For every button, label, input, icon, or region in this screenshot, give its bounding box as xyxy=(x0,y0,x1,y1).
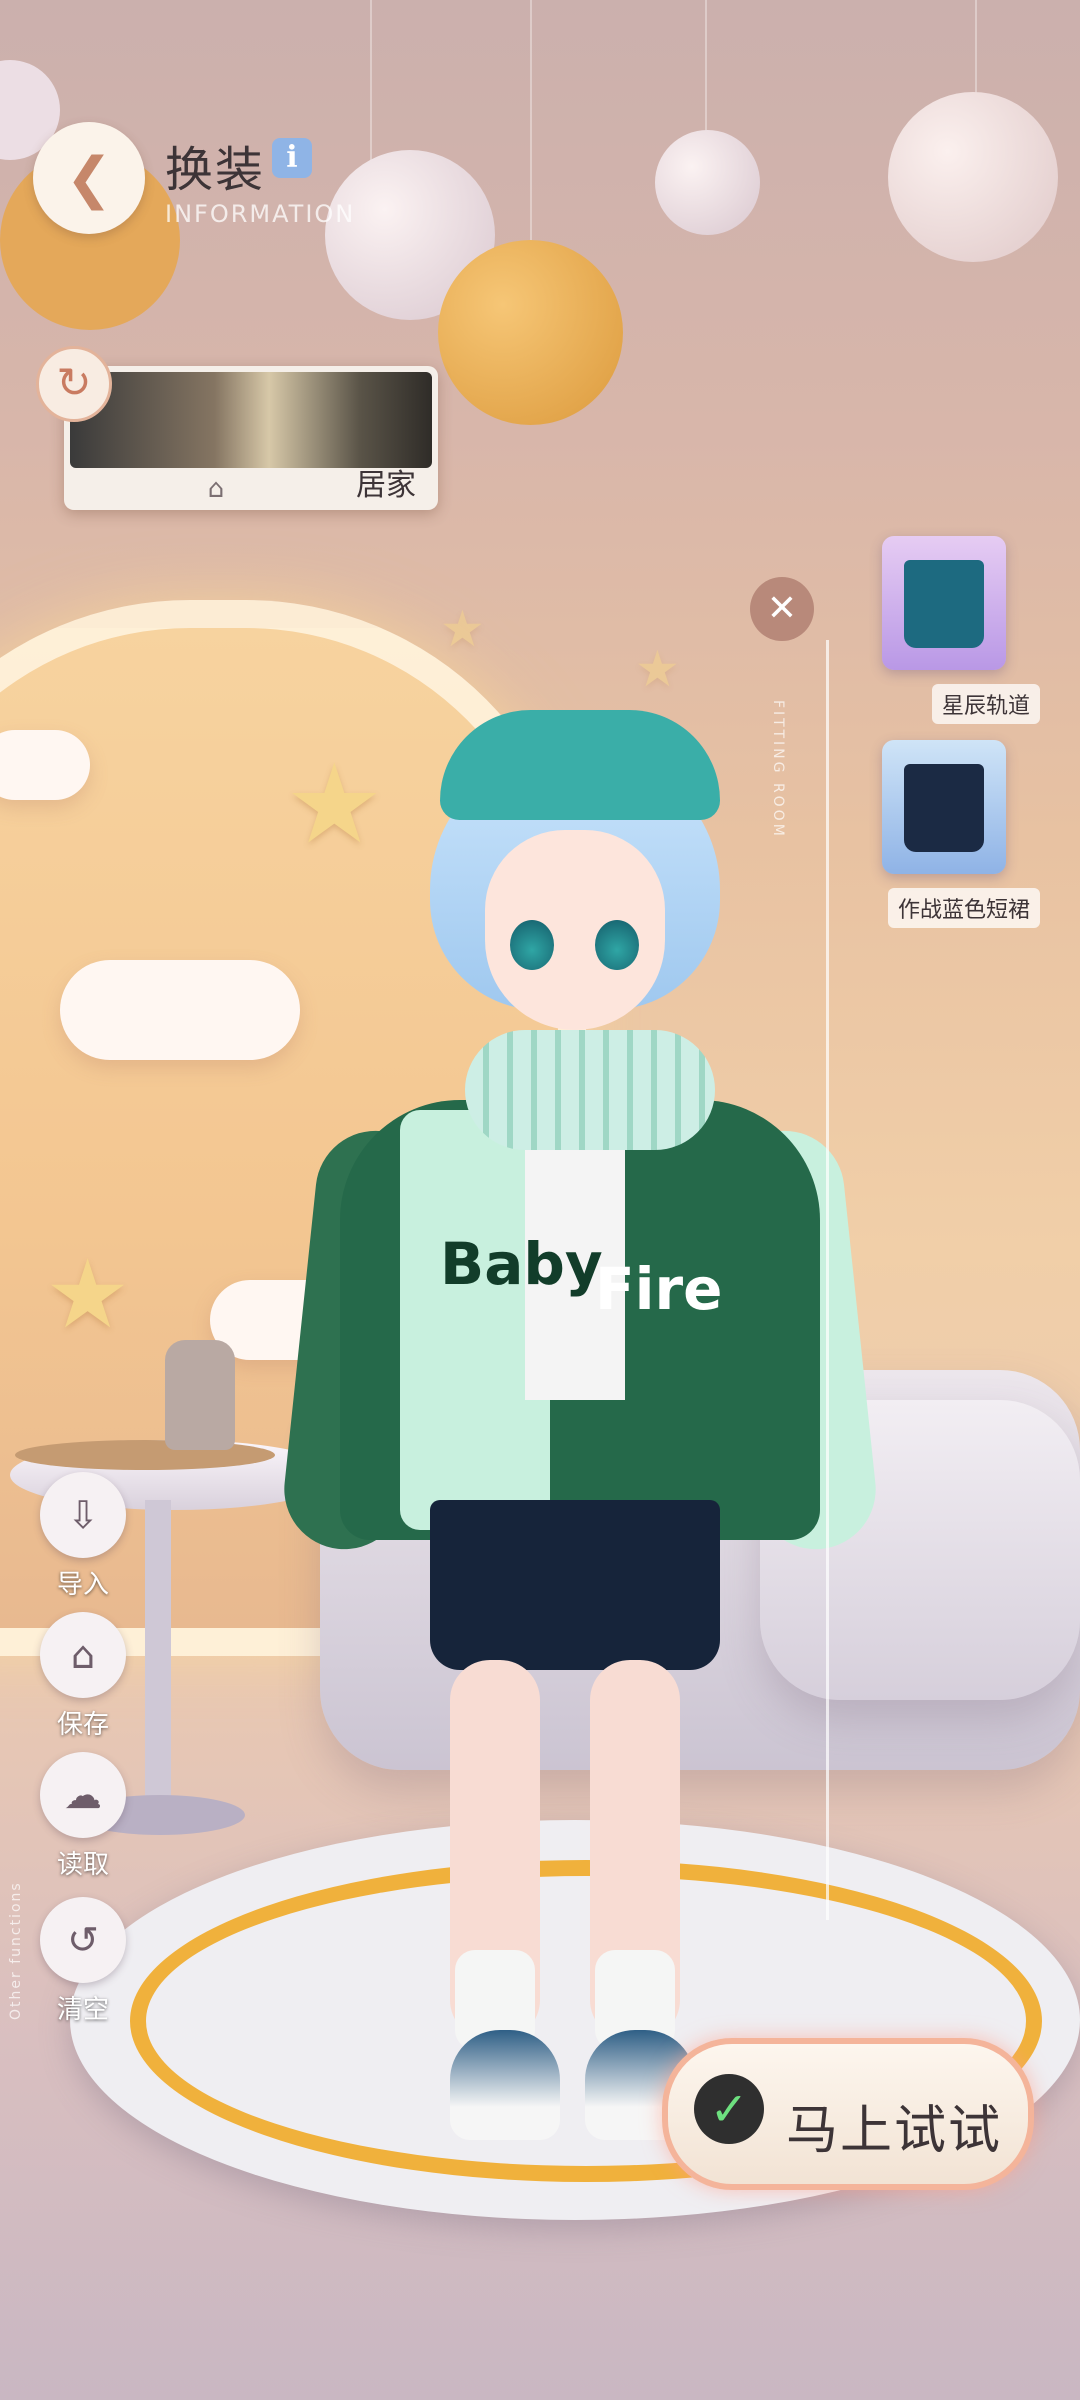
avatar-character[interactable]: Baby Fire xyxy=(278,710,882,2210)
teapot xyxy=(165,1340,235,1450)
outfit-item-card[interactable] xyxy=(882,536,1006,670)
decor-ball xyxy=(438,240,623,425)
character-scarf xyxy=(465,1030,715,1150)
try-now-button[interactable]: ✓ 马上试试 xyxy=(662,2038,1034,2190)
skirt-thumbnail xyxy=(904,764,984,852)
jacket-text-right: Fire xyxy=(595,1255,723,1323)
scene-label: 居家 xyxy=(356,468,416,503)
scene-thumbnail xyxy=(70,372,432,468)
save-label: 保存 xyxy=(56,1710,109,1740)
decor-cloud xyxy=(0,730,90,800)
character-skirt xyxy=(430,1500,720,1670)
decor-ball xyxy=(888,92,1058,262)
back-button[interactable]: ❮ xyxy=(33,122,145,234)
page-subtitle: INFORMATION xyxy=(165,200,356,228)
load-label: 读取 xyxy=(56,1850,109,1880)
fitting-room-divider xyxy=(826,640,829,1920)
character-beanie xyxy=(440,710,720,820)
jacket-text-left: Baby xyxy=(440,1230,603,1298)
side-table-stem xyxy=(145,1500,171,1810)
character-shoe xyxy=(450,2030,560,2140)
try-now-label: 马上试试 xyxy=(786,2101,1003,2161)
skirt-thumbnail xyxy=(904,560,984,648)
outfit-item-card[interactable] xyxy=(882,740,1006,874)
outfit-item-label: 星辰轨道 xyxy=(931,684,1040,724)
decor-ball xyxy=(655,130,760,235)
save-icon: ⌂ xyxy=(70,1633,96,1677)
refresh-icon: ↻ xyxy=(56,358,92,407)
other-functions-label: Other functions xyxy=(8,1881,24,2020)
fitting-room-toggle[interactable]: ✕ xyxy=(750,577,814,641)
scene-selector[interactable]: ⌂ 居家 xyxy=(64,366,438,510)
clear-label: 清空 xyxy=(56,1995,109,2025)
fitting-room-label: FITTING ROOM xyxy=(770,700,786,839)
import-label: 导入 xyxy=(56,1570,109,1600)
page-title: 换装 xyxy=(165,142,266,198)
home-icon: ⌂ xyxy=(207,474,225,504)
character-face xyxy=(485,830,665,1030)
load-button[interactable]: ☁ 读取 xyxy=(40,1752,126,1881)
decor-star: ★ xyxy=(440,600,485,658)
save-button[interactable]: ⌂ 保存 xyxy=(40,1612,126,1741)
clear-button[interactable]: ↺ 清空 xyxy=(40,1897,126,2026)
load-icon: ☁ xyxy=(64,1773,102,1817)
close-icon: ✕ xyxy=(766,588,798,629)
import-button[interactable]: ⇩ 导入 xyxy=(40,1472,126,1601)
tea-tray xyxy=(15,1440,275,1470)
import-icon: ⇩ xyxy=(67,1493,99,1537)
reset-icon: ↺ xyxy=(67,1918,99,1962)
outfit-item-label: 作战蓝色短裙 xyxy=(887,888,1040,928)
check-icon: ✓ xyxy=(694,2074,764,2144)
back-arrow-icon: ❮ xyxy=(65,145,113,211)
decor-cloud xyxy=(60,960,300,1060)
refresh-scene-button[interactable]: ↻ xyxy=(36,346,112,422)
decor-star: ★ xyxy=(635,640,680,698)
decor-star: ★ xyxy=(45,1240,131,1350)
info-icon[interactable]: i xyxy=(272,138,312,178)
